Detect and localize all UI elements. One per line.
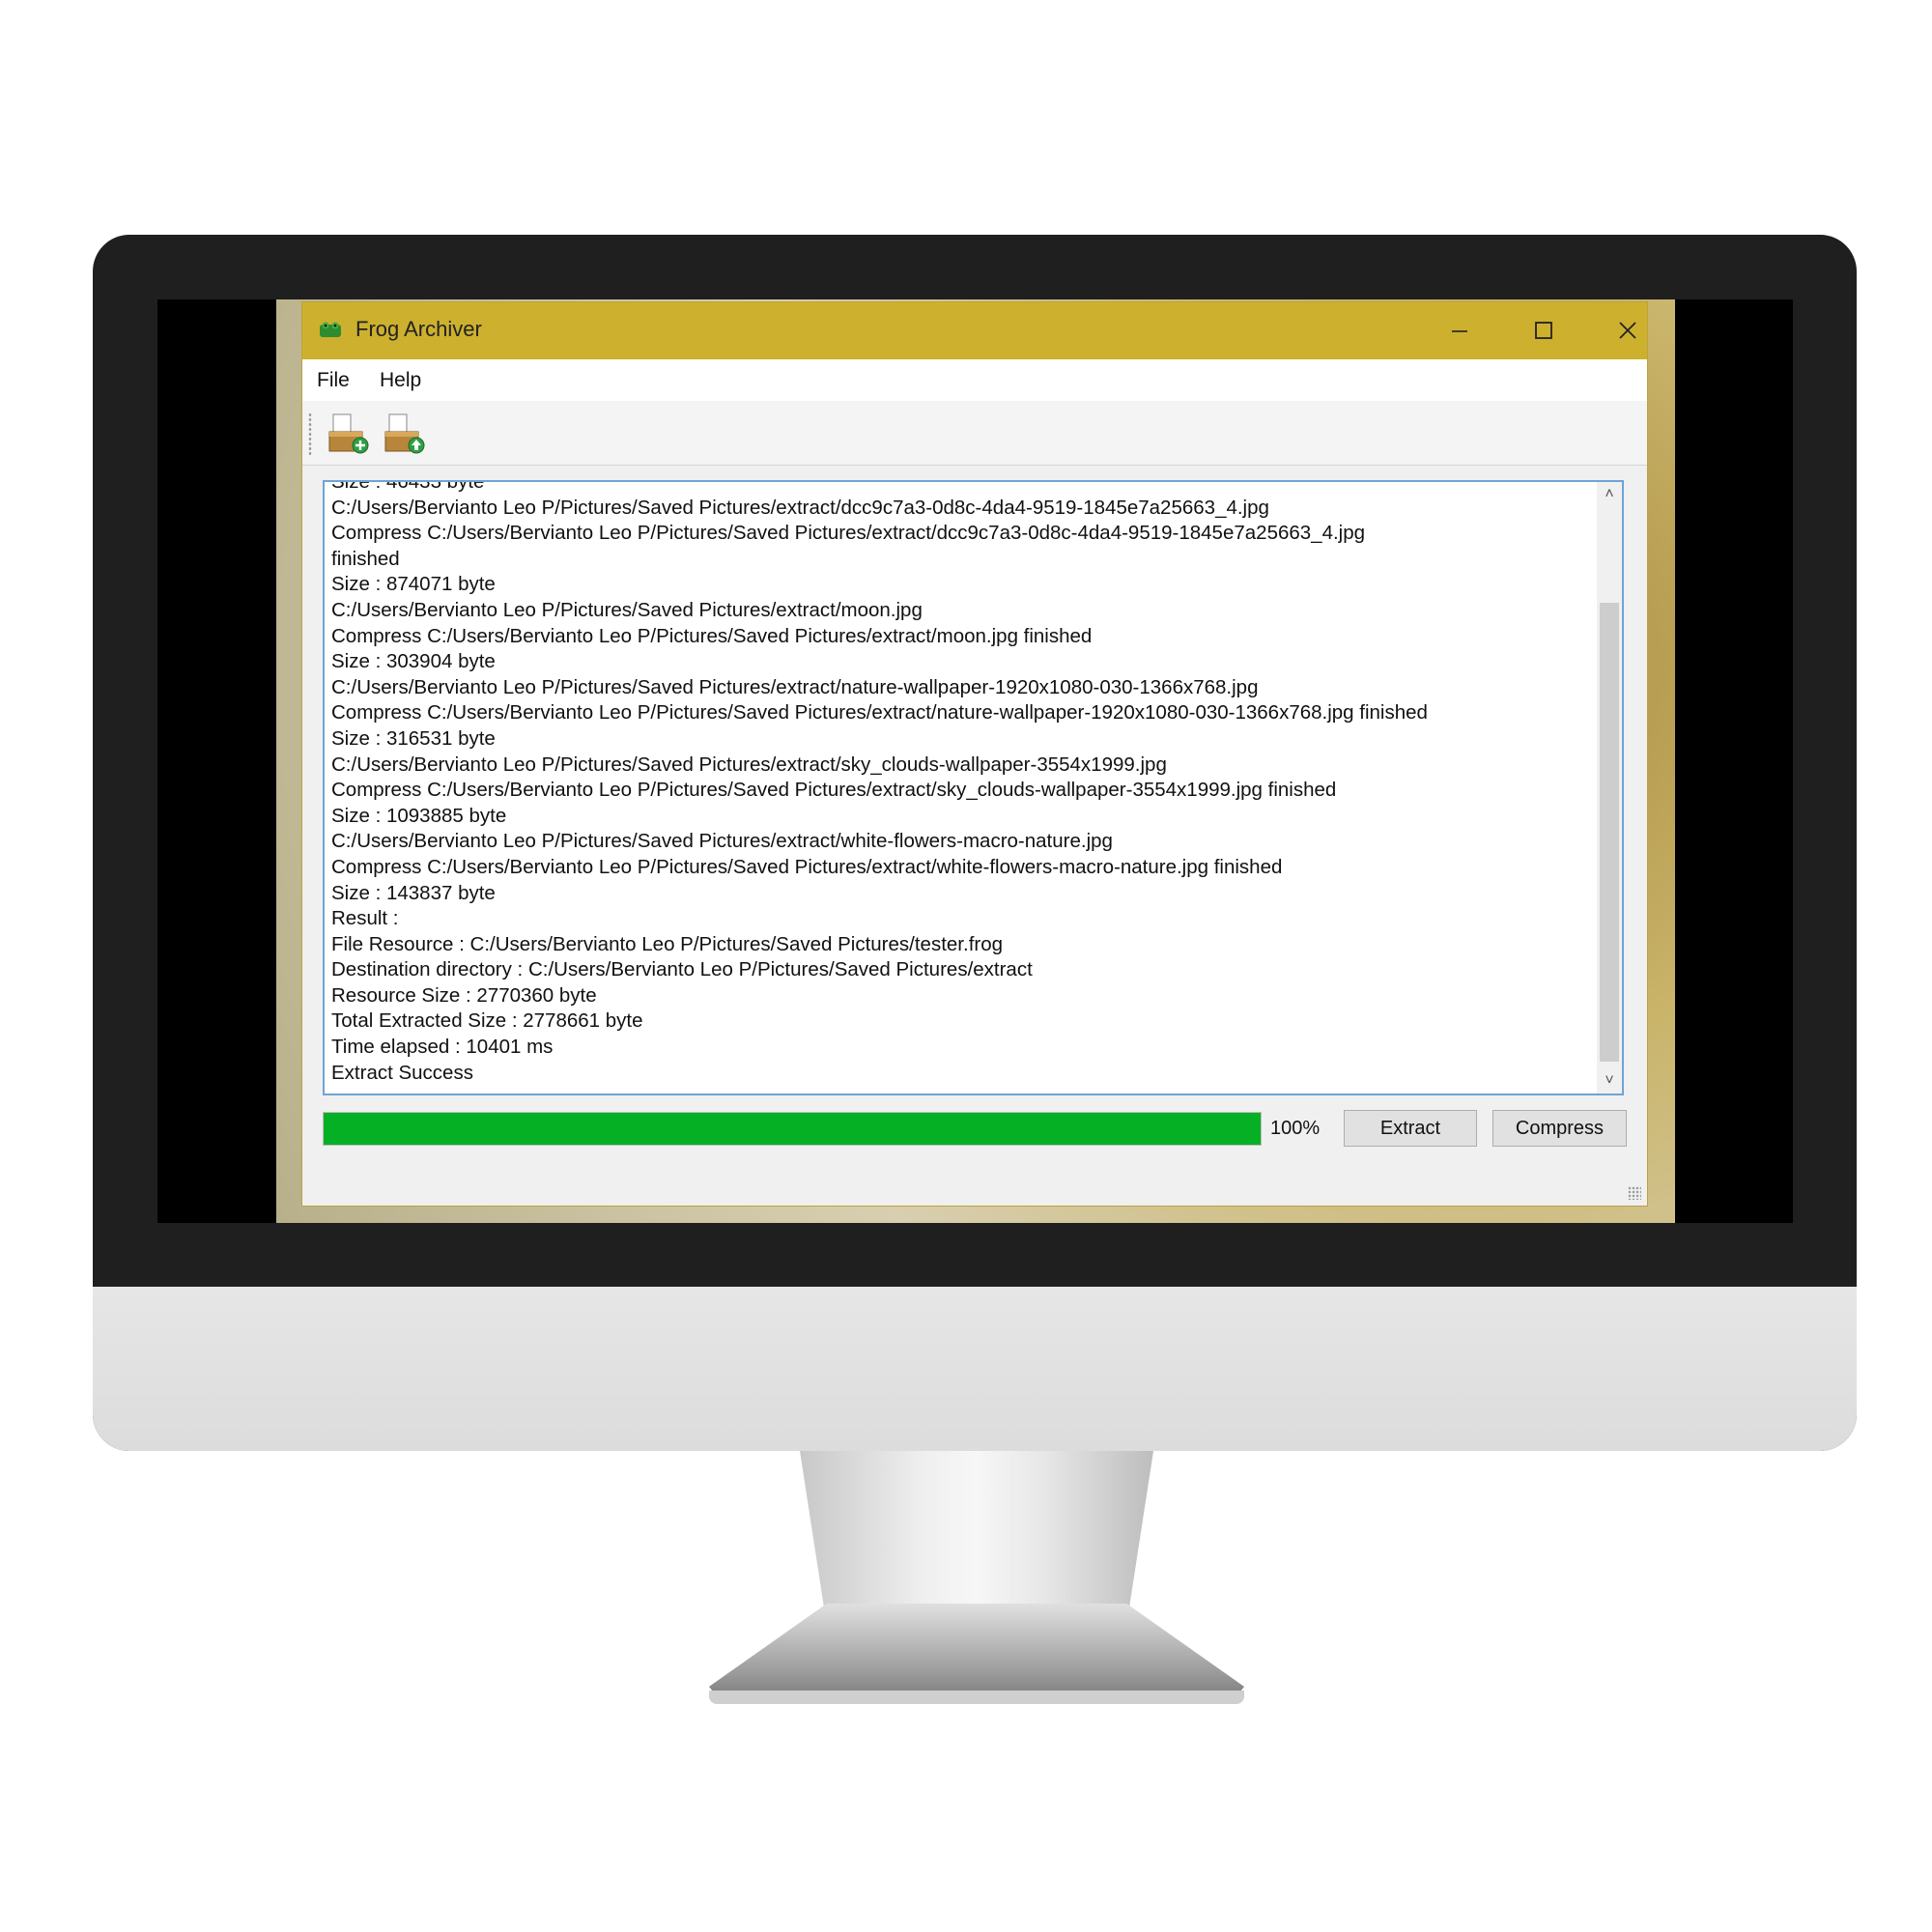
log-line: Compress C:/Users/Bervianto Leo P/Pictur… <box>331 624 1093 647</box>
log-line: Compress C:/Users/Bervianto Leo P/Pictur… <box>331 522 1366 545</box>
log-line: Time elapsed : 10401 ms <box>331 1036 554 1059</box>
close-icon <box>1619 322 1636 339</box>
extract-archive-icon[interactable] <box>382 411 428 457</box>
log-line: C:/Users/Bervianto Leo P/Pictures/Saved … <box>331 496 1269 519</box>
scroll-thumb[interactable] <box>1600 603 1619 1062</box>
log-line: C:/Users/Bervianto Leo P/Pictures/Saved … <box>331 830 1113 853</box>
frog-app-icon <box>320 322 341 337</box>
log-line: Size : 303904 byte <box>331 650 496 673</box>
title-bar[interactable]: Frog Archiver <box>302 302 1647 359</box>
log-line: finished <box>331 547 400 570</box>
scroll-down-icon[interactable]: ˅ <box>1597 1068 1622 1094</box>
close-button[interactable] <box>1599 310 1657 351</box>
resize-grip-icon[interactable] <box>1628 1186 1641 1200</box>
toolbar <box>302 401 1647 466</box>
log-line: C:/Users/Bervianto Leo P/Pictures/Saved … <box>331 675 1259 698</box>
log-lines: Size : 46433 byte C:/Users/Bervianto Leo … <box>331 480 1587 1086</box>
menu-help[interactable]: Help <box>380 369 421 392</box>
progress-fill <box>324 1113 1261 1145</box>
log-line: Size : 316531 byte <box>331 726 496 750</box>
log-scrollbar[interactable]: ˄ ˅ <box>1597 482 1622 1094</box>
monitor-stand-base <box>709 1604 1244 1700</box>
monitor-stand-edge <box>709 1690 1244 1704</box>
log-line: C:/Users/Bervianto Leo P/Pictures/Saved … <box>331 753 1167 776</box>
log-line: Resource Size : 2770360 byte <box>331 983 597 1007</box>
log-line: Size : 1093885 byte <box>331 804 507 827</box>
log-line: Compress C:/Users/Bervianto Leo P/Pictur… <box>331 779 1337 802</box>
menu-file[interactable]: File <box>317 369 350 392</box>
log-line: Total Extracted Size : 2778661 byte <box>331 1009 643 1033</box>
minimize-icon <box>1452 330 1467 332</box>
extract-button[interactable]: Extract <box>1344 1110 1477 1147</box>
scroll-up-icon[interactable]: ˄ <box>1597 482 1622 507</box>
progress-percent: 100% <box>1270 1118 1321 1139</box>
add-archive-icon[interactable] <box>326 411 372 457</box>
log-line: File Resource : C:/Users/Bervianto Leo P… <box>331 932 1004 955</box>
compress-button[interactable]: Compress <box>1492 1110 1627 1147</box>
window-title: Frog Archiver <box>355 317 482 341</box>
app-window: Frog Archiver File Help Size: 46433 byt… <box>302 302 1647 1206</box>
log-line: Compress C:/Users/Bervianto Leo P/Pictur… <box>331 855 1283 878</box>
monitor-chin <box>93 1287 1857 1451</box>
log-line: Extract Success <box>331 1061 473 1084</box>
progress-bar <box>323 1112 1262 1146</box>
log-textarea[interactable]: Size : 46433 byte C:/Users/Bervianto Leo … <box>323 480 1624 1095</box>
log-line: Size : 874071 byte <box>331 573 496 596</box>
log-line: Size : 143837 byte <box>331 881 496 904</box>
toolbar-grip[interactable] <box>308 412 312 455</box>
maximize-icon <box>1535 322 1552 339</box>
menu-bar: File Help <box>302 359 1647 401</box>
maximize-button[interactable] <box>1515 310 1573 351</box>
log-line: Result : <box>331 907 399 930</box>
log-line: C:/Users/Bervianto Leo P/Pictures/Saved … <box>331 598 923 621</box>
log-line: Destination directory : C:/Users/Bervian… <box>331 958 1033 981</box>
log-line: Size : 46433 byte <box>331 480 485 493</box>
minimize-button[interactable] <box>1431 310 1489 351</box>
log-line: Compress C:/Users/Bervianto Leo P/Pictur… <box>331 701 1428 724</box>
